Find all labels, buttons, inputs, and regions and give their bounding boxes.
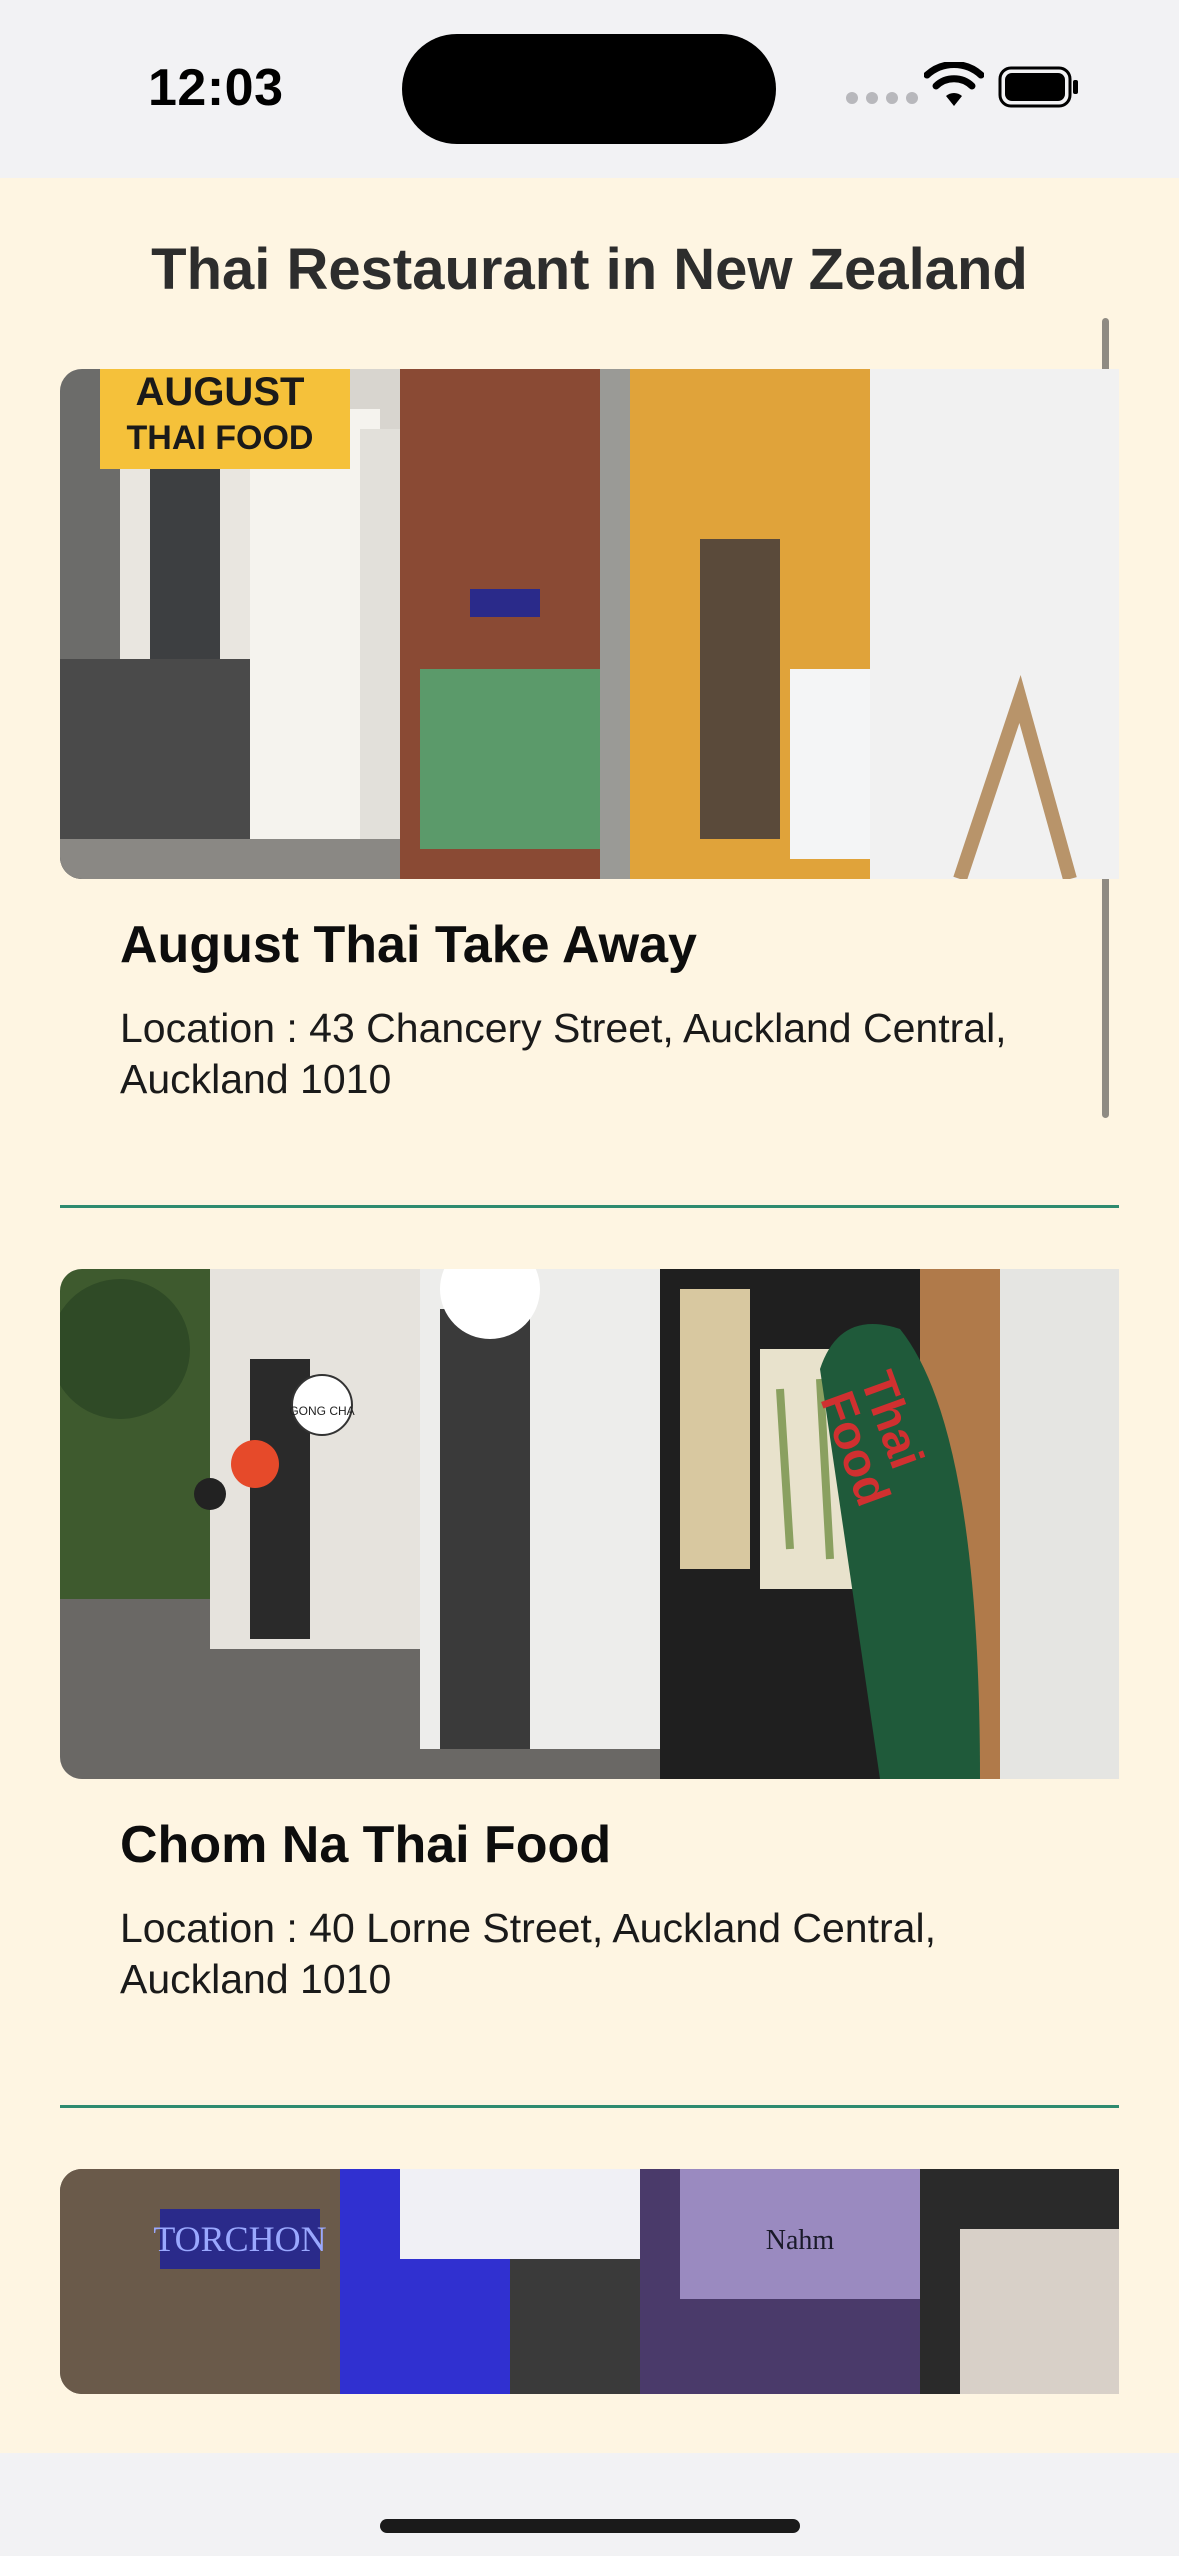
restaurant-name[interactable]: August Thai Take Away	[120, 915, 697, 975]
svg-text:GONG CHA: GONG CHA	[289, 1404, 354, 1418]
home-indicator[interactable]	[380, 2519, 800, 2533]
wifi-icon	[924, 62, 984, 106]
restaurant-image[interactable]: TORCHON Nahm	[60, 2169, 1119, 2394]
restaurant-image[interactable]: AUGUST THAI FOOD	[60, 369, 1119, 879]
divider	[60, 1205, 1119, 1208]
svg-text:AUGUST: AUGUST	[136, 370, 305, 414]
restaurant-location: Location : 40 Lorne Street, Auckland Cen…	[120, 1905, 936, 2002]
page-title: Thai Restaurant in New Zealand	[151, 237, 1028, 302]
svg-text:Nahm: Nahm	[766, 2225, 835, 2256]
svg-text:THAI FOOD: THAI FOOD	[127, 419, 314, 457]
status-time: 12:03	[148, 59, 284, 117]
home-bar	[0, 2453, 1179, 2556]
dynamic-island	[402, 34, 776, 144]
restaurant-image[interactable]: Thai Food GONG CHA	[60, 1269, 1119, 1779]
restaurant-name[interactable]: Chom Na Thai Food	[120, 1815, 611, 1875]
battery-icon	[998, 66, 1078, 108]
divider	[60, 2105, 1119, 2108]
status-bar: 12:03	[0, 0, 1179, 178]
cellular-signal-icon	[846, 92, 918, 104]
restaurant-location: Location : 43 Chancery Street, Auckland …	[120, 1005, 1007, 1102]
svg-text:TORCHON: TORCHON	[153, 2219, 326, 2259]
restaurant-list[interactable]: Thai Restaurant in New Zealand AUGUST TH…	[0, 178, 1179, 2453]
